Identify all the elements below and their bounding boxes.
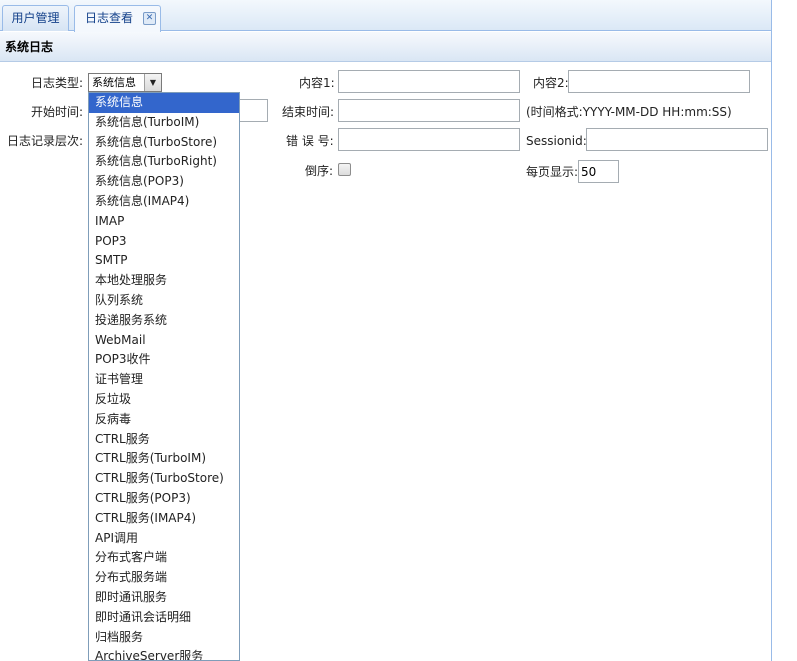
dropdown-option[interactable]: ArchiveServer服务 xyxy=(89,647,239,660)
log-type-label: 日志类型: xyxy=(31,76,84,90)
close-icon[interactable]: ✕ xyxy=(143,12,156,25)
reverse-label: 倒序: xyxy=(305,164,334,178)
log-type-dropdown-list[interactable]: 系统信息 系统信息(TurboIM) 系统信息(TurboStore) 系统信息(Tu… xyxy=(88,92,240,661)
dropdown-option[interactable]: CTRL服务 xyxy=(89,430,239,450)
dropdown-option[interactable]: SMTP xyxy=(89,251,239,271)
dropdown-arrow-icon[interactable]: ▼ xyxy=(144,74,161,91)
dropdown-option[interactable]: 反病毒 xyxy=(89,410,239,430)
start-time-input[interactable] xyxy=(236,99,268,122)
dropdown-option[interactable]: 投递服务系统 xyxy=(89,311,239,331)
content2-input[interactable] xyxy=(568,70,750,93)
dropdown-option[interactable]: 队列系统 xyxy=(89,291,239,311)
tab-log-view-label: 日志查看 xyxy=(85,11,134,25)
start-time-label: 开始时间: xyxy=(31,105,84,119)
end-time-label: 结束时间: xyxy=(282,105,335,119)
tab-user-management[interactable]: 用户管理 xyxy=(2,5,69,31)
log-type-select[interactable]: 系统信息 ▼ xyxy=(88,73,162,92)
dropdown-option[interactable]: 即时通讯服务 xyxy=(89,588,239,608)
panel-title: 系统日志 xyxy=(0,32,771,62)
dropdown-option[interactable]: 反垃圾 xyxy=(89,390,239,410)
frame-border xyxy=(771,0,772,661)
content2-label: 内容2: xyxy=(533,76,569,90)
dropdown-option[interactable]: 分布式客户端 xyxy=(89,548,239,568)
end-time-input[interactable] xyxy=(338,99,520,122)
dropdown-option[interactable]: 系统信息 xyxy=(89,93,239,113)
dropdown-option[interactable]: CTRL服务(TurboIM) xyxy=(89,449,239,469)
dropdown-option[interactable]: 系统信息(POP3) xyxy=(89,172,239,192)
tab-bar: 用户管理 日志查看 ✕ xyxy=(0,0,771,32)
page-size-input[interactable] xyxy=(578,160,619,183)
content1-input[interactable] xyxy=(338,70,520,93)
dropdown-option[interactable]: POP3收件 xyxy=(89,350,239,370)
error-no-input[interactable] xyxy=(338,128,520,151)
content1-label: 内容1: xyxy=(299,76,335,90)
dropdown-option[interactable]: 分布式服务端 xyxy=(89,568,239,588)
reverse-checkbox[interactable] xyxy=(338,163,351,176)
tab-log-view[interactable]: 日志查看 ✕ xyxy=(74,5,161,32)
dropdown-option[interactable]: 系统信息(IMAP4) xyxy=(89,192,239,212)
dropdown-option[interactable]: 本地处理服务 xyxy=(89,271,239,291)
dropdown-option[interactable]: CTRL服务(IMAP4) xyxy=(89,509,239,529)
time-format-hint: (时间格式:YYYY-MM-DD HH:mm:SS) xyxy=(526,105,732,119)
dropdown-option[interactable]: 归档服务 xyxy=(89,628,239,648)
dropdown-option[interactable]: IMAP xyxy=(89,212,239,232)
log-level-label: 日志记录层次: xyxy=(7,134,84,148)
dropdown-option[interactable]: CTRL服务(POP3) xyxy=(89,489,239,509)
dropdown-option[interactable]: API调用 xyxy=(89,529,239,549)
dropdown-option[interactable]: 系统信息(TurboIM) xyxy=(89,113,239,133)
dropdown-option[interactable]: 系统信息(TurboRight) xyxy=(89,152,239,172)
dropdown-option[interactable]: CTRL服务(TurboStore) xyxy=(89,469,239,489)
dropdown-option[interactable]: 即时通讯会话明细 xyxy=(89,608,239,628)
log-type-select-value: 系统信息 xyxy=(92,76,136,89)
page-size-label: 每页显示: xyxy=(526,165,579,179)
dropdown-option[interactable]: 证书管理 xyxy=(89,370,239,390)
error-no-label: 错 误 号: xyxy=(286,134,334,148)
sessionid-input[interactable] xyxy=(586,128,768,151)
sessionid-label: Sessionid: xyxy=(526,134,587,148)
dropdown-option[interactable]: 系统信息(TurboStore) xyxy=(89,133,239,153)
dropdown-option[interactable]: WebMail xyxy=(89,331,239,351)
dropdown-option[interactable]: POP3 xyxy=(89,232,239,252)
